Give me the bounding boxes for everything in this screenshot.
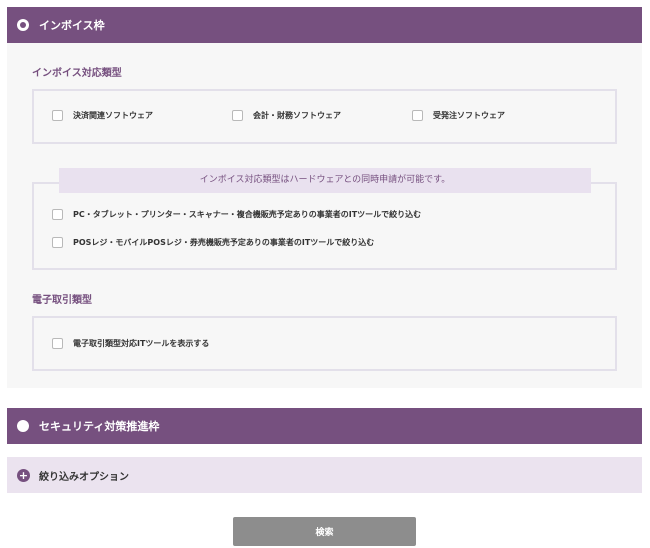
electronic-options-box: 電子取引類型対応ITツールを表示する xyxy=(32,316,617,371)
checkbox-icon[interactable] xyxy=(52,209,63,220)
invoice-section-title: インボイス枠 xyxy=(39,19,105,32)
checkbox-icon[interactable] xyxy=(412,110,423,121)
electronic-transaction-label: 電子取引類型 xyxy=(32,295,92,306)
filter-options-toggle[interactable]: + 絞り込みオプション xyxy=(7,457,642,493)
hardware-options-box: PC・タブレット・プリンター・スキャナー・複合機販売予定ありの事業者のITツール… xyxy=(32,182,617,270)
security-section-header[interactable]: セキュリティ対策推進枠 xyxy=(7,408,642,444)
software-options-box: 決済関連ソフトウェア 会計・財務ソフトウェア 受発注ソフトウェア xyxy=(32,89,617,144)
invoice-types-label: インボイス対応類型 xyxy=(32,68,122,79)
option-accounting-software[interactable]: 会計・財務ソフトウェア xyxy=(232,110,341,121)
option-label: 受発注ソフトウェア xyxy=(433,111,505,120)
hardware-notice: インボイス対応類型はハードウェアとの同時申請が可能です。 xyxy=(59,168,591,193)
security-section-title: セキュリティ対策推進枠 xyxy=(39,420,160,433)
option-electronic-transaction[interactable]: 電子取引類型対応ITツールを表示する xyxy=(52,338,209,349)
option-label: PC・タブレット・プリンター・スキャナー・複合機販売予定ありの事業者のITツール… xyxy=(73,210,422,219)
option-label: 電子取引類型対応ITツールを表示する xyxy=(73,339,210,348)
checkbox-icon[interactable] xyxy=(52,237,63,248)
invoice-section-header[interactable]: インボイス枠 xyxy=(7,7,642,43)
checkbox-icon[interactable] xyxy=(232,110,243,121)
option-pos-hardware[interactable]: POSレジ・モバイルPOSレジ・券売機販売予定ありの事業者のITツールで絞り込む xyxy=(52,237,374,248)
option-label: 決済関連ソフトウェア xyxy=(73,111,153,120)
option-pc-hardware[interactable]: PC・タブレット・プリンター・スキャナー・複合機販売予定ありの事業者のITツール… xyxy=(52,209,421,220)
invoice-panel: インボイス対応類型 決済関連ソフトウェア 会計・財務ソフトウェア 受発注ソフトウ… xyxy=(7,43,642,388)
option-label: POSレジ・モバイルPOSレジ・券売機販売予定ありの事業者のITツールで絞り込む xyxy=(73,238,375,247)
filter-options-title: 絞り込みオプション xyxy=(39,471,129,483)
option-label: 会計・財務ソフトウェア xyxy=(253,111,341,120)
checkbox-icon[interactable] xyxy=(52,338,63,349)
plus-circle-icon[interactable]: + xyxy=(17,468,30,482)
security-radio-icon[interactable] xyxy=(17,420,29,432)
option-payment-software[interactable]: 決済関連ソフトウェア xyxy=(52,110,153,121)
option-ordering-software[interactable]: 受発注ソフトウェア xyxy=(412,110,505,121)
checkbox-icon[interactable] xyxy=(52,110,63,121)
invoice-radio-icon[interactable] xyxy=(17,19,29,31)
search-button[interactable]: 検索 xyxy=(233,517,416,546)
